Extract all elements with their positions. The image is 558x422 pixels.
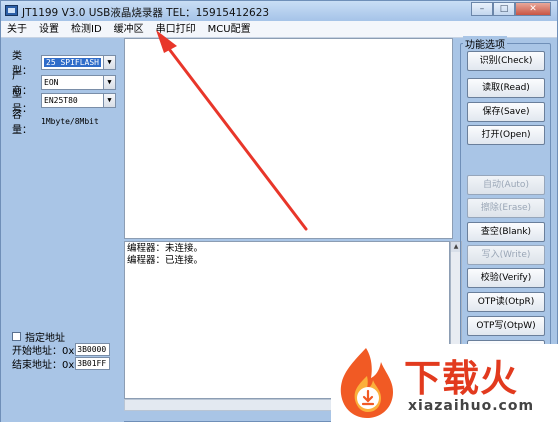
end-address-label: 结束地址：0x	[12, 360, 75, 371]
start-address-label: 开始地址：0x	[12, 346, 75, 357]
auto-button[interactable]: 自动(Auto)	[467, 175, 545, 195]
read-button[interactable]: 读取(Read)	[467, 78, 545, 98]
verify-button[interactable]: 校验(Verify)	[467, 268, 545, 288]
window-title: JT1199 V3.0 USB液晶烧录器 TEL：15915412623	[22, 7, 270, 19]
end-address-row: 结束地址：0x 3B01FF	[12, 356, 111, 371]
type-value: 25 SPIFLASH	[44, 57, 101, 67]
check-button[interactable]: 识别(Check)	[467, 51, 545, 71]
end-address-input[interactable]: 3B01FF	[75, 357, 111, 370]
capacity-value: 1Mbyte/8Mbit	[41, 116, 99, 126]
blank-button[interactable]: 查空(Blank)	[467, 222, 545, 242]
menu-settings[interactable]: 设置	[33, 21, 65, 37]
watermark-url: xiazaihuo.com	[408, 398, 535, 414]
title-bar[interactable]: JT1199 V3.0 USB液晶烧录器 TEL：15915412623 – □…	[1, 1, 557, 21]
close-button[interactable]: ✕	[515, 2, 551, 16]
menu-serial-print[interactable]: 串口打印	[150, 21, 202, 37]
chip-display-area	[124, 38, 453, 239]
progress-bar	[124, 399, 337, 411]
specify-address-checkbox[interactable]	[12, 332, 21, 341]
open-button[interactable]: 打开(Open)	[467, 125, 545, 145]
maximize-button[interactable]: □	[493, 2, 515, 16]
app-icon	[5, 5, 18, 16]
model-value: EN25T80	[44, 95, 78, 105]
window-controls: – □ ✕	[471, 2, 551, 16]
start-address-row: 开始地址：0x 3B0000	[12, 342, 111, 357]
capacity-label: 容量：	[12, 110, 32, 136]
erase-button[interactable]: 擦除(Erase)	[467, 198, 545, 218]
menu-buffer[interactable]: 缓冲区	[108, 21, 150, 37]
watermark: 下载火 xiazaihuo.com	[331, 344, 558, 422]
chevron-down-icon[interactable]: ▼	[103, 93, 115, 107]
write-button[interactable]: 写入(Write)	[467, 245, 545, 265]
log-line: 编程器：未连接。	[127, 243, 204, 254]
menu-detect-id[interactable]: 检测ID	[65, 21, 108, 37]
app-window: JT1199 V3.0 USB液晶烧录器 TEL：15915412623 – □…	[0, 0, 558, 422]
flame-logo-icon	[340, 348, 393, 418]
watermark-title: 下载火	[404, 357, 518, 400]
chip-settings-panel: 类型： 25 SPIFLASH ▼ 厂商： EON ▼ 型号： EN25T80 …	[1, 38, 124, 422]
menu-mcu-config[interactable]: MCU配置	[202, 21, 257, 37]
start-address-input[interactable]: 3B0000	[75, 343, 111, 356]
otp-write-button[interactable]: OTP写(OtpW)	[467, 316, 545, 336]
function-options-title: 功能选项	[463, 36, 507, 51]
minimize-button[interactable]: –	[471, 2, 493, 16]
log-line: 编程器：已连接。	[127, 255, 204, 266]
save-button[interactable]: 保存(Save)	[467, 102, 545, 122]
capacity-row: 容量： 1Mbyte/8Mbit	[12, 106, 99, 136]
otp-read-button[interactable]: OTP读(OtpR)	[467, 292, 545, 312]
menu-about[interactable]: 关于	[1, 21, 33, 37]
